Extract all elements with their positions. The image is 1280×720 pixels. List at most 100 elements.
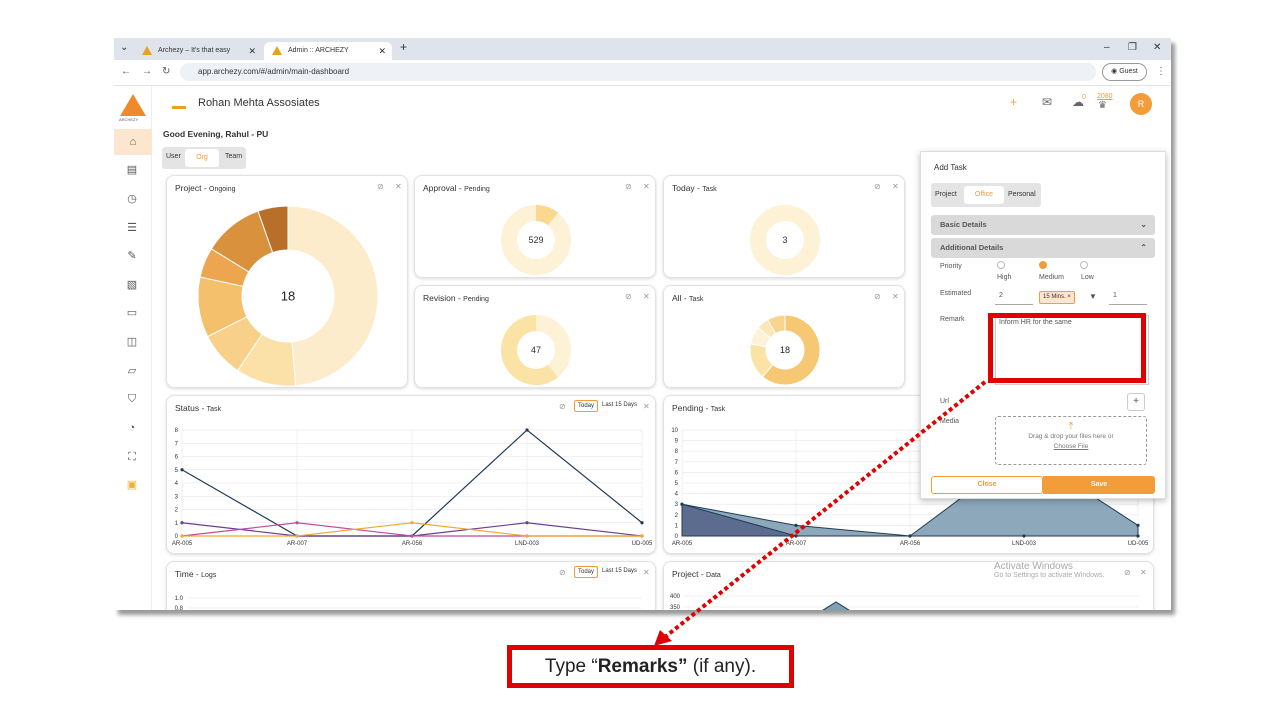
- donut-center-label: 529: [528, 235, 543, 245]
- building-icon[interactable]: ▣: [125, 478, 139, 492]
- unit-dropdown-icon[interactable]: ▼: [1089, 292, 1097, 301]
- x-tick-label: AR-056: [900, 541, 921, 547]
- windows-activation-watermark: Activate Windows Go to Settings to activ…: [994, 561, 1105, 579]
- archezy-favicon-icon: [272, 46, 282, 55]
- save-button[interactable]: Save: [1043, 476, 1155, 494]
- donut-center-label: 18: [780, 345, 790, 355]
- y-tick-label: 7: [675, 460, 679, 466]
- y-tick-label: 8: [175, 428, 179, 434]
- type-personal[interactable]: Personal: [1008, 191, 1036, 198]
- archezy-logo: [120, 94, 146, 116]
- browser-tab-archezy[interactable]: Archezy – It's that easy ✕: [134, 42, 262, 60]
- estimated-value-input[interactable]: 2: [995, 288, 1033, 305]
- y-tick-label: 0: [175, 534, 179, 540]
- scope-user[interactable]: User: [166, 153, 181, 160]
- guest-profile-button[interactable]: ◉ Guest: [1102, 63, 1147, 81]
- y-tick-label: 9: [675, 439, 679, 445]
- url-label: Url: [940, 398, 949, 405]
- estimated-label: Estimated: [940, 290, 972, 297]
- data-point: [525, 521, 529, 525]
- back-icon[interactable]: ←: [121, 66, 131, 77]
- estimated-unit-chip[interactable]: 15 Mins. ×: [1039, 291, 1075, 304]
- shield-icon[interactable]: ⛉: [125, 392, 139, 406]
- data-point: [1136, 534, 1140, 538]
- report-icon[interactable]: ▧: [125, 278, 139, 292]
- close-tab-icon[interactable]: ✕: [248, 42, 256, 60]
- remark-label: Remark: [940, 316, 965, 323]
- project-ongoing-card: Project - Ongoing ⊘ ✕ 18: [166, 175, 408, 388]
- clipboard-clock-icon[interactable]: ◷: [125, 192, 139, 206]
- y-tick-label: 0.8: [175, 606, 184, 610]
- company-logo: [172, 98, 186, 109]
- reload-icon[interactable]: ↻: [162, 66, 170, 77]
- briefcase-icon[interactable]: ◫: [125, 335, 139, 349]
- scope-org[interactable]: Org: [185, 149, 219, 167]
- tab-list-icon[interactable]: ⌄: [120, 42, 128, 53]
- add-icon[interactable]: +: [1010, 95, 1017, 109]
- guest-label: Guest: [1119, 68, 1138, 75]
- x-tick-label: AR-005: [672, 541, 693, 547]
- callout-bold: Remarks”: [597, 656, 688, 677]
- remove-chip-icon[interactable]: ×: [1067, 294, 1071, 300]
- accordion-label: Basic Details: [940, 220, 987, 229]
- minimize-icon[interactable]: –: [1104, 42, 1110, 53]
- priority-low-radio[interactable]: [1080, 261, 1088, 269]
- y-tick-label: 1.0: [175, 596, 184, 602]
- additional-details-accordion[interactable]: Additional Details ⌃: [931, 238, 1155, 258]
- x-tick-label: AR-007: [287, 541, 308, 547]
- priority-medium-radio[interactable]: [1039, 261, 1047, 269]
- y-tick-label: 1: [675, 523, 679, 529]
- avatar[interactable]: R: [1130, 93, 1152, 115]
- list-icon[interactable]: ☰: [125, 221, 139, 235]
- close-window-icon[interactable]: ✕: [1153, 42, 1161, 53]
- archezy-favicon-icon: [142, 46, 152, 55]
- book-icon[interactable]: ▭: [125, 306, 139, 320]
- donut-slice: [535, 204, 559, 226]
- priority-medium-label: Medium: [1039, 274, 1064, 281]
- choose-file-link[interactable]: Choose File: [996, 443, 1146, 450]
- calculator-icon[interactable]: ▤: [125, 163, 139, 177]
- folder-icon[interactable]: ▱: [125, 364, 139, 378]
- basic-details-accordion[interactable]: Basic Details ⌄: [931, 215, 1155, 235]
- edit-icon[interactable]: ✎: [125, 249, 139, 263]
- restore-icon[interactable]: ❐: [1128, 42, 1137, 53]
- points-count[interactable]: 2080: [1097, 93, 1113, 100]
- upload-icon: ⤒: [1068, 421, 1074, 432]
- add-url-button[interactable]: +: [1127, 393, 1145, 411]
- network-icon[interactable]: ⛶: [125, 450, 139, 464]
- forward-icon[interactable]: →: [142, 66, 152, 77]
- chevron-down-icon: ⌄: [1140, 220, 1147, 229]
- media-dropzone[interactable]: ⤒ Drag & drop your files here or Choose …: [995, 416, 1147, 465]
- browser-menu-icon[interactable]: ⋮: [1156, 66, 1166, 77]
- mail-icon[interactable]: ✉: [1042, 95, 1052, 109]
- type-project[interactable]: Project: [935, 191, 957, 198]
- all-task-card: All - Task ⊘ ✕ 18: [663, 285, 905, 388]
- instruction-callout: Type “Remarks” (if any).: [507, 645, 794, 688]
- estimated-count-input[interactable]: 1: [1109, 288, 1147, 305]
- address-bar[interactable]: app.archezy.com/#/admin/main-dashboard: [180, 63, 1096, 81]
- accordion-label: Additional Details: [940, 243, 1004, 252]
- y-tick-label: 3: [175, 494, 179, 500]
- status-line-chart: 0 1 2 3 4 5 6 7 8 AR-005 AR-007 AR-056 LND-003 UD-005: [172, 428, 653, 547]
- home-icon[interactable]: ⌂: [114, 129, 152, 155]
- y-tick-label: 6: [675, 470, 679, 476]
- data-point: [794, 523, 798, 527]
- notification-count: 0: [1082, 94, 1086, 101]
- priority-high-radio[interactable]: [997, 261, 1005, 269]
- data-point: [410, 521, 414, 525]
- media-label: Media: [940, 418, 960, 425]
- data-point: [180, 521, 184, 525]
- type-office[interactable]: Office: [964, 186, 1004, 204]
- data-point: [1136, 523, 1140, 527]
- data-point: [525, 428, 529, 432]
- browser-tab-admin[interactable]: Admin :: ARCHEZY ✕: [264, 42, 392, 60]
- document-clock-icon[interactable]: ◔: [125, 421, 139, 435]
- donut-center-label: 3: [782, 235, 787, 245]
- close-button[interactable]: Close: [931, 476, 1043, 494]
- trophy-icon[interactable]: ♛: [1098, 100, 1107, 111]
- new-tab-icon[interactable]: +: [400, 40, 407, 54]
- scope-team[interactable]: Team: [225, 153, 242, 160]
- close-tab-icon[interactable]: ✕: [378, 42, 386, 60]
- x-tick-label: LND-003: [515, 541, 540, 547]
- project-donut-chart: 18: [197, 205, 379, 387]
